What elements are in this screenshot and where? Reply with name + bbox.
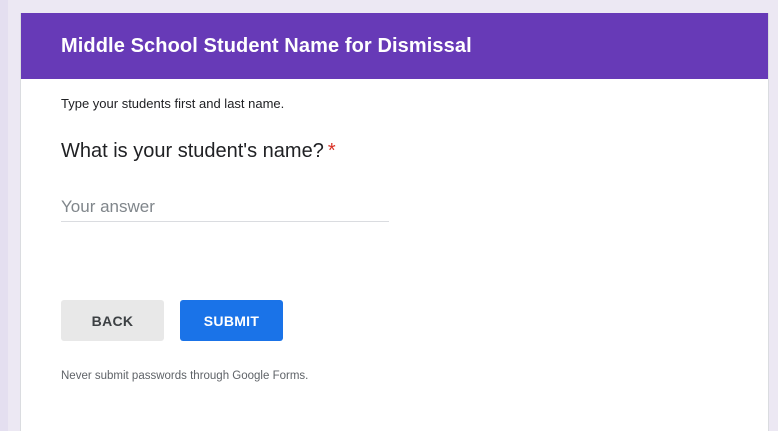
- section-description: Type your students first and last name.: [61, 96, 285, 111]
- form-card: Middle School Student Name for Dismissal…: [20, 13, 769, 431]
- question-text: What is your student's name?: [61, 140, 324, 162]
- form-title: Middle School Student Name for Dismissal: [61, 34, 472, 57]
- password-warning-note: Never submit passwords through Google Fo…: [61, 370, 309, 382]
- student-name-input[interactable]: [61, 193, 389, 222]
- form-header-banner: Middle School Student Name for Dismissal: [21, 13, 768, 79]
- required-asterisk: *: [327, 140, 336, 162]
- page-background-edge: [0, 0, 8, 431]
- back-button[interactable]: BACK: [61, 300, 164, 341]
- submit-button[interactable]: SUBMIT: [180, 300, 283, 341]
- question-title: What is your student's name? *: [61, 140, 336, 163]
